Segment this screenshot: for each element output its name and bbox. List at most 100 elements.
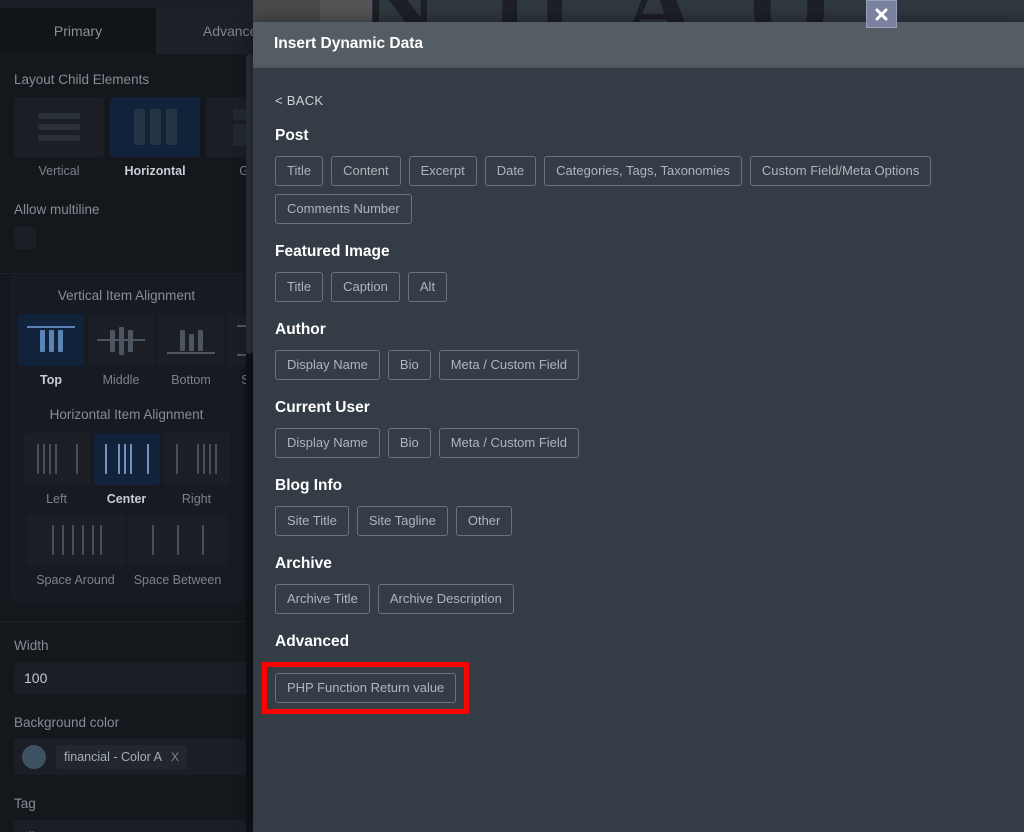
width-label: Width [14, 638, 49, 653]
align-center-icon [93, 433, 160, 485]
three-columns-icon [110, 97, 200, 157]
group-current-user-title: Current User [275, 399, 370, 416]
close-icon[interactable] [866, 0, 897, 28]
option-vertical[interactable]: Vertical [14, 97, 104, 178]
btn-post-title[interactable]: Title [275, 156, 324, 186]
vertical-item-alignment-label: Vertical Item Alignment [57, 288, 196, 303]
halign-space-around[interactable]: Space Around [26, 514, 125, 587]
btn-featured-title[interactable]: Title [275, 272, 324, 302]
modal-header: Insert Dynamic Data [253, 22, 1024, 66]
panel-top-strip [0, 0, 253, 8]
btn-post-custom-field[interactable]: Custom Field/Meta Options [749, 156, 932, 186]
group-post-buttons: Title Content Excerpt Date Categories, T… [275, 156, 1002, 224]
space-between-icon [128, 514, 227, 566]
modal-title: Insert Dynamic Data [274, 35, 424, 52]
btn-post-comments-number[interactable]: Comments Number [275, 194, 412, 224]
align-bottom-icon [158, 314, 224, 366]
insert-dynamic-data-modal: Insert Dynamic Data < BACK Post Title Co… [253, 22, 1024, 832]
halign-left-label: Left [46, 492, 67, 506]
layout-child-elements-options: Vertical Horizontal Grid [0, 97, 253, 178]
align-right-icon [163, 433, 230, 485]
vertical-alignment-options: Top Middle Bottom [10, 314, 253, 387]
allow-multiline-label: Allow multiline [14, 202, 100, 217]
option-horizontal[interactable]: Horizontal [110, 97, 200, 178]
option-horizontal-label: Horizontal [124, 164, 186, 178]
btn-author-meta-field[interactable]: Meta / Custom Field [438, 350, 580, 380]
group-current-user: Current User Display Name Bio Meta / Cus… [275, 399, 1002, 458]
group-blog-info: Blog Info Site Title Site Tagline Other [275, 477, 1002, 536]
btn-site-title[interactable]: Site Title [275, 506, 349, 536]
back-link[interactable]: < BACK [275, 93, 323, 108]
valign-bottom[interactable]: Bottom [158, 314, 224, 387]
stacked-rows-icon [14, 97, 104, 157]
btn-current-user-display-name[interactable]: Display Name [275, 428, 380, 458]
btn-php-function-return-value[interactable]: PHP Function Return value [275, 673, 457, 703]
background-color-control[interactable]: financial - Color A X [14, 739, 253, 775]
btn-post-date[interactable]: Date [484, 156, 537, 186]
horizontal-item-alignment-label: Horizontal Item Alignment [49, 407, 204, 422]
halign-left[interactable]: Left [23, 433, 90, 506]
valign-middle-label: Middle [102, 373, 140, 387]
btn-post-taxonomies[interactable]: Categories, Tags, Taxonomies [544, 156, 742, 186]
screen: N ll A O Primary Advanced Layout Child E… [0, 0, 1024, 832]
tab-advanced[interactable]: Advanced [156, 8, 253, 54]
option-vertical-label: Vertical [38, 164, 80, 178]
halign-right[interactable]: Right [163, 433, 230, 506]
btn-post-excerpt[interactable]: Excerpt [408, 156, 477, 186]
align-top-icon [18, 314, 84, 366]
group-archive: Archive Archive Title Archive Descriptio… [275, 555, 1002, 614]
group-author-buttons: Display Name Bio Meta / Custom Field [275, 350, 1002, 380]
highlight-annotation: PHP Function Return value [262, 662, 470, 714]
tag-input[interactable]: div [14, 820, 253, 832]
btn-current-user-meta-field[interactable]: Meta / Custom Field [438, 428, 580, 458]
btn-site-tagline[interactable]: Site Tagline [356, 506, 448, 536]
btn-author-display-name[interactable]: Display Name [275, 350, 380, 380]
panel-scrollbar[interactable] [246, 54, 253, 832]
group-featured-image-title: Featured Image [275, 243, 390, 260]
valign-middle[interactable]: Middle [88, 314, 154, 387]
align-left-icon [23, 433, 90, 485]
group-author-title: Author [275, 321, 326, 338]
color-chip-label: financial - Color A [64, 750, 162, 764]
allow-multiline-checkbox[interactable] [14, 227, 36, 249]
tag-label: Tag [14, 796, 36, 811]
btn-featured-alt[interactable]: Alt [407, 272, 448, 302]
horizontal-alignment-options: Left Center Right [10, 433, 243, 506]
btn-blog-other[interactable]: Other [455, 506, 513, 536]
tab-primary[interactable]: Primary [0, 8, 156, 54]
group-author: Author Display Name Bio Meta / Custom Fi… [275, 321, 1002, 380]
layout-child-elements-label: Layout Child Elements [14, 72, 150, 87]
background-color-label: Background color [14, 715, 120, 730]
group-post: Post Title Content Excerpt Date Categori… [275, 127, 1002, 224]
valign-bottom-label: Bottom [171, 373, 211, 387]
panel-scrollbar-thumb[interactable] [246, 54, 253, 354]
group-featured-image: Featured Image Title Caption Alt [275, 243, 1002, 302]
color-swatch[interactable] [22, 745, 46, 769]
group-advanced-title: Advanced [275, 633, 350, 650]
halign-center-label: Center [106, 492, 147, 506]
btn-author-bio[interactable]: Bio [387, 350, 431, 380]
width-input[interactable]: 100 [14, 662, 253, 694]
btn-archive-description[interactable]: Archive Description [377, 584, 514, 614]
group-archive-buttons: Archive Title Archive Description [275, 584, 1002, 614]
panel-body: Layout Child Elements Vertical Horizonta… [0, 54, 253, 832]
halign-space-around-label: Space Around [36, 573, 115, 587]
btn-archive-title[interactable]: Archive Title [275, 584, 370, 614]
group-blog-info-buttons: Site Title Site Tagline Other [275, 506, 1002, 536]
horizontal-spacing-options: Space Around Space Between [10, 514, 243, 587]
color-chip[interactable]: financial - Color A X [56, 745, 187, 769]
settings-panel: Primary Advanced Layout Child Elements V… [0, 0, 253, 832]
halign-space-between-label: Space Between [133, 573, 222, 587]
btn-current-user-bio[interactable]: Bio [387, 428, 431, 458]
space-around-icon [26, 514, 125, 566]
panel-tabs: Primary Advanced [0, 8, 253, 54]
group-blog-info-title: Blog Info [275, 477, 343, 494]
halign-space-between[interactable]: Space Between [128, 514, 227, 587]
group-post-title: Post [275, 127, 309, 144]
valign-top[interactable]: Top [18, 314, 84, 387]
halign-center[interactable]: Center [93, 433, 160, 506]
valign-top-label: Top [40, 373, 62, 387]
btn-post-content[interactable]: Content [331, 156, 401, 186]
btn-featured-caption[interactable]: Caption [331, 272, 400, 302]
close-icon[interactable]: X [171, 750, 179, 764]
